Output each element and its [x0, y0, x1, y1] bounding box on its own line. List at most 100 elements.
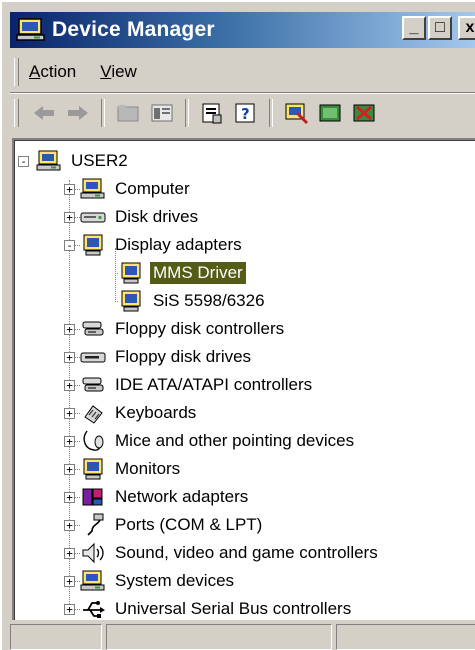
disk-drive-icon	[80, 212, 106, 223]
show-hide-tree-icon	[151, 104, 173, 122]
minimize-button[interactable]: _	[402, 16, 426, 40]
tree-expander[interactable]: +	[64, 184, 75, 195]
tree-row[interactable]: USER2	[36, 148, 131, 174]
properties-button[interactable]	[197, 98, 227, 128]
window-controls: _ □ x	[402, 16, 475, 40]
tree-row[interactable]: MMS Driver	[118, 260, 246, 286]
computer-icon	[16, 18, 45, 41]
toolbar: ?	[10, 92, 475, 133]
tree-row-label: Floppy disk drives	[115, 347, 252, 366]
computer-icon	[80, 178, 105, 199]
tree-row[interactable]: Network adapters	[80, 484, 251, 510]
tree-row-label: MMS Driver	[150, 262, 246, 284]
device-tree[interactable]: USER2 - Computer + Disk drives + Display adapt…	[12, 138, 475, 620]
monitor-icon	[121, 290, 141, 312]
tree-row[interactable]: Ports (COM & LPT)	[80, 512, 265, 538]
monitor-icon	[83, 458, 103, 480]
forward-button[interactable]	[63, 98, 93, 128]
tree-row[interactable]: System devices	[80, 568, 237, 594]
tree-expander[interactable]: +	[64, 212, 75, 223]
tree-expander[interactable]: +	[64, 408, 75, 419]
floppy-drive-icon	[80, 352, 106, 363]
status-pane-3	[336, 624, 475, 650]
tree-row[interactable]: Computer	[80, 176, 193, 202]
monitor-icon	[121, 262, 141, 284]
toolbar-separator	[269, 99, 273, 127]
tree-row[interactable]: SiS 5598/6326	[118, 288, 268, 314]
maximize-button[interactable]: □	[428, 16, 452, 40]
forward-arrow-icon	[68, 106, 88, 120]
mouse-icon	[83, 430, 104, 451]
back-button[interactable]	[29, 98, 59, 128]
uninstall-icon	[353, 104, 375, 122]
close-button[interactable]: x	[458, 16, 475, 40]
network-icon	[82, 488, 103, 506]
tree-expander[interactable]: +	[64, 492, 75, 503]
help-icon: ?	[235, 103, 255, 123]
update-driver-icon	[319, 104, 341, 122]
tree-row-label: Universal Serial Bus controllers	[115, 599, 352, 618]
toolbar-grip	[14, 99, 19, 127]
tree-row[interactable]: Floppy disk controllers	[80, 316, 287, 342]
uninstall-button[interactable]	[349, 98, 379, 128]
tree-row[interactable]: Monitors	[80, 456, 183, 482]
up-folder-icon	[117, 105, 139, 122]
show-hide-tree-button[interactable]	[147, 98, 177, 128]
keyboard-icon	[84, 405, 103, 424]
tree-row[interactable]: Disk drives	[80, 204, 201, 230]
menu-bar: Action View	[10, 54, 475, 90]
tree-row-label: Floppy disk controllers	[115, 319, 285, 338]
menu-view[interactable]: View	[100, 62, 137, 82]
properties-icon	[202, 103, 222, 124]
svg-text:?: ?	[241, 105, 250, 123]
window-title: Device Manager	[52, 18, 215, 41]
usb-icon	[83, 601, 105, 618]
tree-expander[interactable]: +	[64, 576, 75, 587]
tree-expander[interactable]: +	[64, 436, 75, 447]
status-bar	[10, 624, 475, 650]
tree-expander[interactable]: +	[64, 604, 75, 615]
status-pane-2	[106, 624, 332, 650]
tree-row-label: Monitors	[115, 459, 181, 478]
help-button[interactable]: ?	[231, 98, 261, 128]
tree-row-label: SiS 5598/6326	[153, 291, 265, 310]
update-driver-button[interactable]	[315, 98, 345, 128]
tree-expander[interactable]: +	[64, 324, 75, 335]
tree-row-label: USER2	[71, 151, 128, 170]
scan-hardware-button[interactable]	[281, 98, 311, 128]
tree-row[interactable]: Floppy disk drives	[80, 344, 254, 370]
tree-row[interactable]: Keyboards	[80, 400, 199, 426]
tree-row-label: Computer	[115, 179, 190, 198]
up-button[interactable]	[113, 98, 143, 128]
tree-expander[interactable]: +	[64, 352, 75, 363]
controller-icon	[82, 377, 104, 392]
back-arrow-icon	[34, 106, 54, 120]
tree-expander[interactable]: -	[18, 156, 29, 167]
scan-hardware-icon	[285, 103, 309, 125]
tree-row[interactable]: Display adapters	[80, 232, 245, 258]
controller-icon	[82, 321, 104, 336]
tree-row-label: Display adapters	[115, 235, 242, 254]
tree-row[interactable]: IDE ATA/ATAPI controllers	[80, 372, 315, 398]
device-manager-window: Device Manager _ □ x Action View ? USER2…	[0, 0, 475, 650]
tree-row[interactable]: Sound, video and game controllers	[80, 540, 381, 566]
tree-row-label: Sound, video and game controllers	[115, 543, 378, 562]
computer-icon	[80, 570, 105, 591]
tree-expander[interactable]: -	[64, 240, 75, 251]
tree-row[interactable]: Universal Serial Bus controllers	[80, 596, 354, 620]
port-icon	[87, 513, 104, 536]
tree-row-label: Ports (COM & LPT)	[115, 515, 263, 534]
tree-expander[interactable]: +	[64, 548, 75, 559]
menu-action[interactable]: Action	[29, 62, 76, 82]
computer-icon	[36, 150, 61, 171]
tree-expander[interactable]: +	[64, 464, 75, 475]
tree-row-label: IDE ATA/ATAPI controllers	[115, 375, 313, 394]
tree-row-label: Mice and other pointing devices	[115, 431, 355, 450]
monitor-icon	[83, 234, 103, 256]
tree-expander[interactable]: +	[64, 380, 75, 391]
tree-expander[interactable]: +	[64, 520, 75, 531]
toolbar-separator	[185, 99, 189, 127]
speaker-icon	[82, 542, 104, 564]
title-bar[interactable]: Device Manager _ □ x	[10, 12, 475, 48]
tree-row[interactable]: Mice and other pointing devices	[80, 428, 357, 454]
